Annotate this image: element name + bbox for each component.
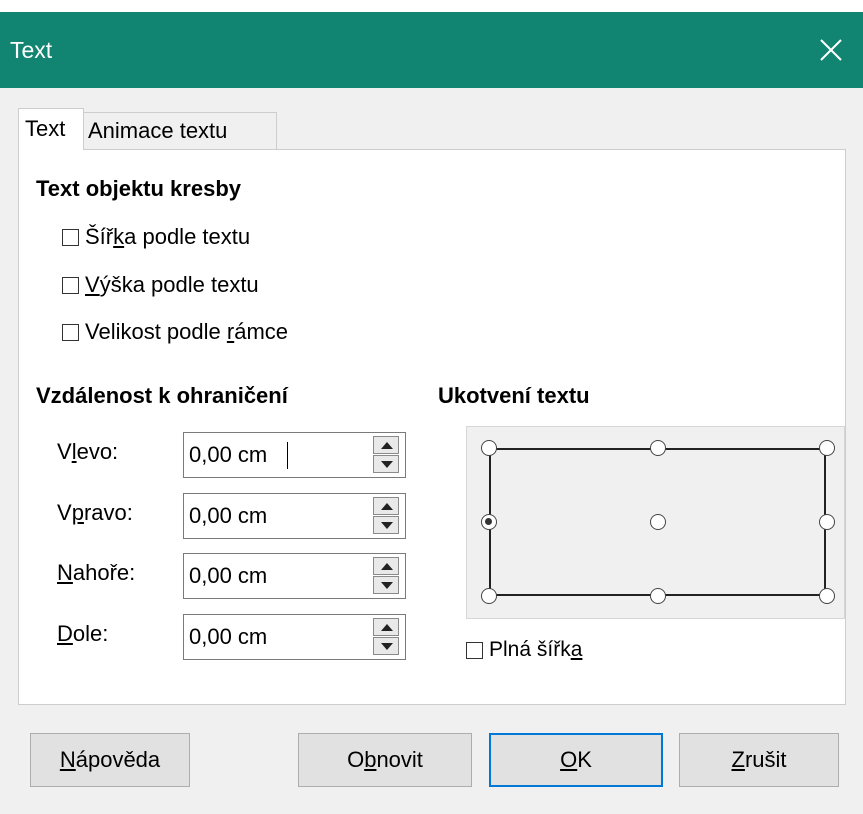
increment-button[interactable] <box>373 618 399 636</box>
anchor-bottom-right[interactable] <box>819 588 835 604</box>
bottom-value[interactable]: 0,00 cm <box>189 615 267 659</box>
spin-buttons <box>373 557 399 595</box>
checkbox-box[interactable] <box>62 228 79 246</box>
left-label: Vlevo: <box>57 439 119 464</box>
fit-to-frame-label: Velikost podle rámce <box>85 319 288 344</box>
right-spin-field[interactable]: 0,00 cm <box>183 493 406 539</box>
tab-text[interactable]: Text <box>18 108 84 150</box>
anchor-bottom-center[interactable] <box>650 588 666 604</box>
decrement-button[interactable] <box>373 516 399 534</box>
checkbox-box[interactable] <box>466 641 483 659</box>
anchor-middle-right[interactable] <box>819 514 835 530</box>
help-button[interactable]: Nápověda <box>30 733 190 787</box>
anchor-middle-left[interactable] <box>481 514 497 530</box>
anchor-top-left[interactable] <box>481 440 497 456</box>
dialog-title: Text <box>10 37 53 63</box>
spin-buttons <box>373 497 399 535</box>
tab-panel-text: Text objektu kresby Šířka podle textu Vý… <box>18 149 846 705</box>
tab-text-animation[interactable]: Animace textu <box>83 112 277 150</box>
bottom-spin-field[interactable]: 0,00 cm <box>183 614 406 660</box>
reset-button[interactable]: Obnovit <box>298 733 472 787</box>
text-anchor-heading: Ukotvení textu <box>438 383 590 408</box>
close-button[interactable] <box>801 12 863 88</box>
full-width-checkbox[interactable]: Plná šířka <box>466 635 582 665</box>
drawing-text-heading: Text objektu kresby <box>36 176 241 201</box>
top-label: Nahoře: <box>57 560 136 585</box>
right-value[interactable]: 0,00 cm <box>189 494 267 538</box>
fit-height-checkbox[interactable]: Výška podle textu <box>62 270 259 300</box>
bottom-label: Dole: <box>57 621 109 646</box>
title-bar: Text <box>0 12 863 88</box>
anchor-top-right[interactable] <box>819 440 835 456</box>
decrement-button[interactable] <box>373 576 399 594</box>
checkbox-box[interactable] <box>62 276 79 294</box>
decrement-button[interactable] <box>373 455 399 473</box>
anchor-center[interactable] <box>650 514 666 530</box>
left-value[interactable]: 0,00 cm <box>189 433 267 477</box>
increment-button[interactable] <box>373 557 399 575</box>
fit-to-frame-checkbox[interactable]: Velikost podle rámce <box>62 317 288 347</box>
spin-buttons <box>373 436 399 474</box>
left-spin-field[interactable]: 0,00 cm <box>183 432 406 478</box>
checkbox-box[interactable] <box>62 323 79 341</box>
fit-height-label: Výška podle textu <box>85 272 259 297</box>
increment-button[interactable] <box>373 497 399 515</box>
anchor-bottom-left[interactable] <box>481 588 497 604</box>
spin-buttons <box>373 618 399 656</box>
cancel-button[interactable]: Zrušit <box>679 733 839 787</box>
decrement-button[interactable] <box>373 637 399 655</box>
text-anchor-control <box>466 426 845 619</box>
text-caret <box>287 442 288 469</box>
right-label: Vpravo: <box>57 500 133 525</box>
close-icon <box>820 39 842 61</box>
spacing-heading: Vzdálenost k ohraničení <box>36 383 288 408</box>
fit-width-checkbox[interactable]: Šířka podle textu <box>62 222 250 252</box>
top-value[interactable]: 0,00 cm <box>189 554 267 598</box>
full-width-label: Plná šířka <box>489 638 583 661</box>
anchor-top-center[interactable] <box>650 440 666 456</box>
top-spin-field[interactable]: 0,00 cm <box>183 553 406 599</box>
fit-width-label: Šířka podle textu <box>85 224 251 249</box>
increment-button[interactable] <box>373 436 399 454</box>
ok-button[interactable]: OK <box>489 733 663 787</box>
text-dialog: Text Text Animace textu Text objektu kre… <box>0 12 863 814</box>
